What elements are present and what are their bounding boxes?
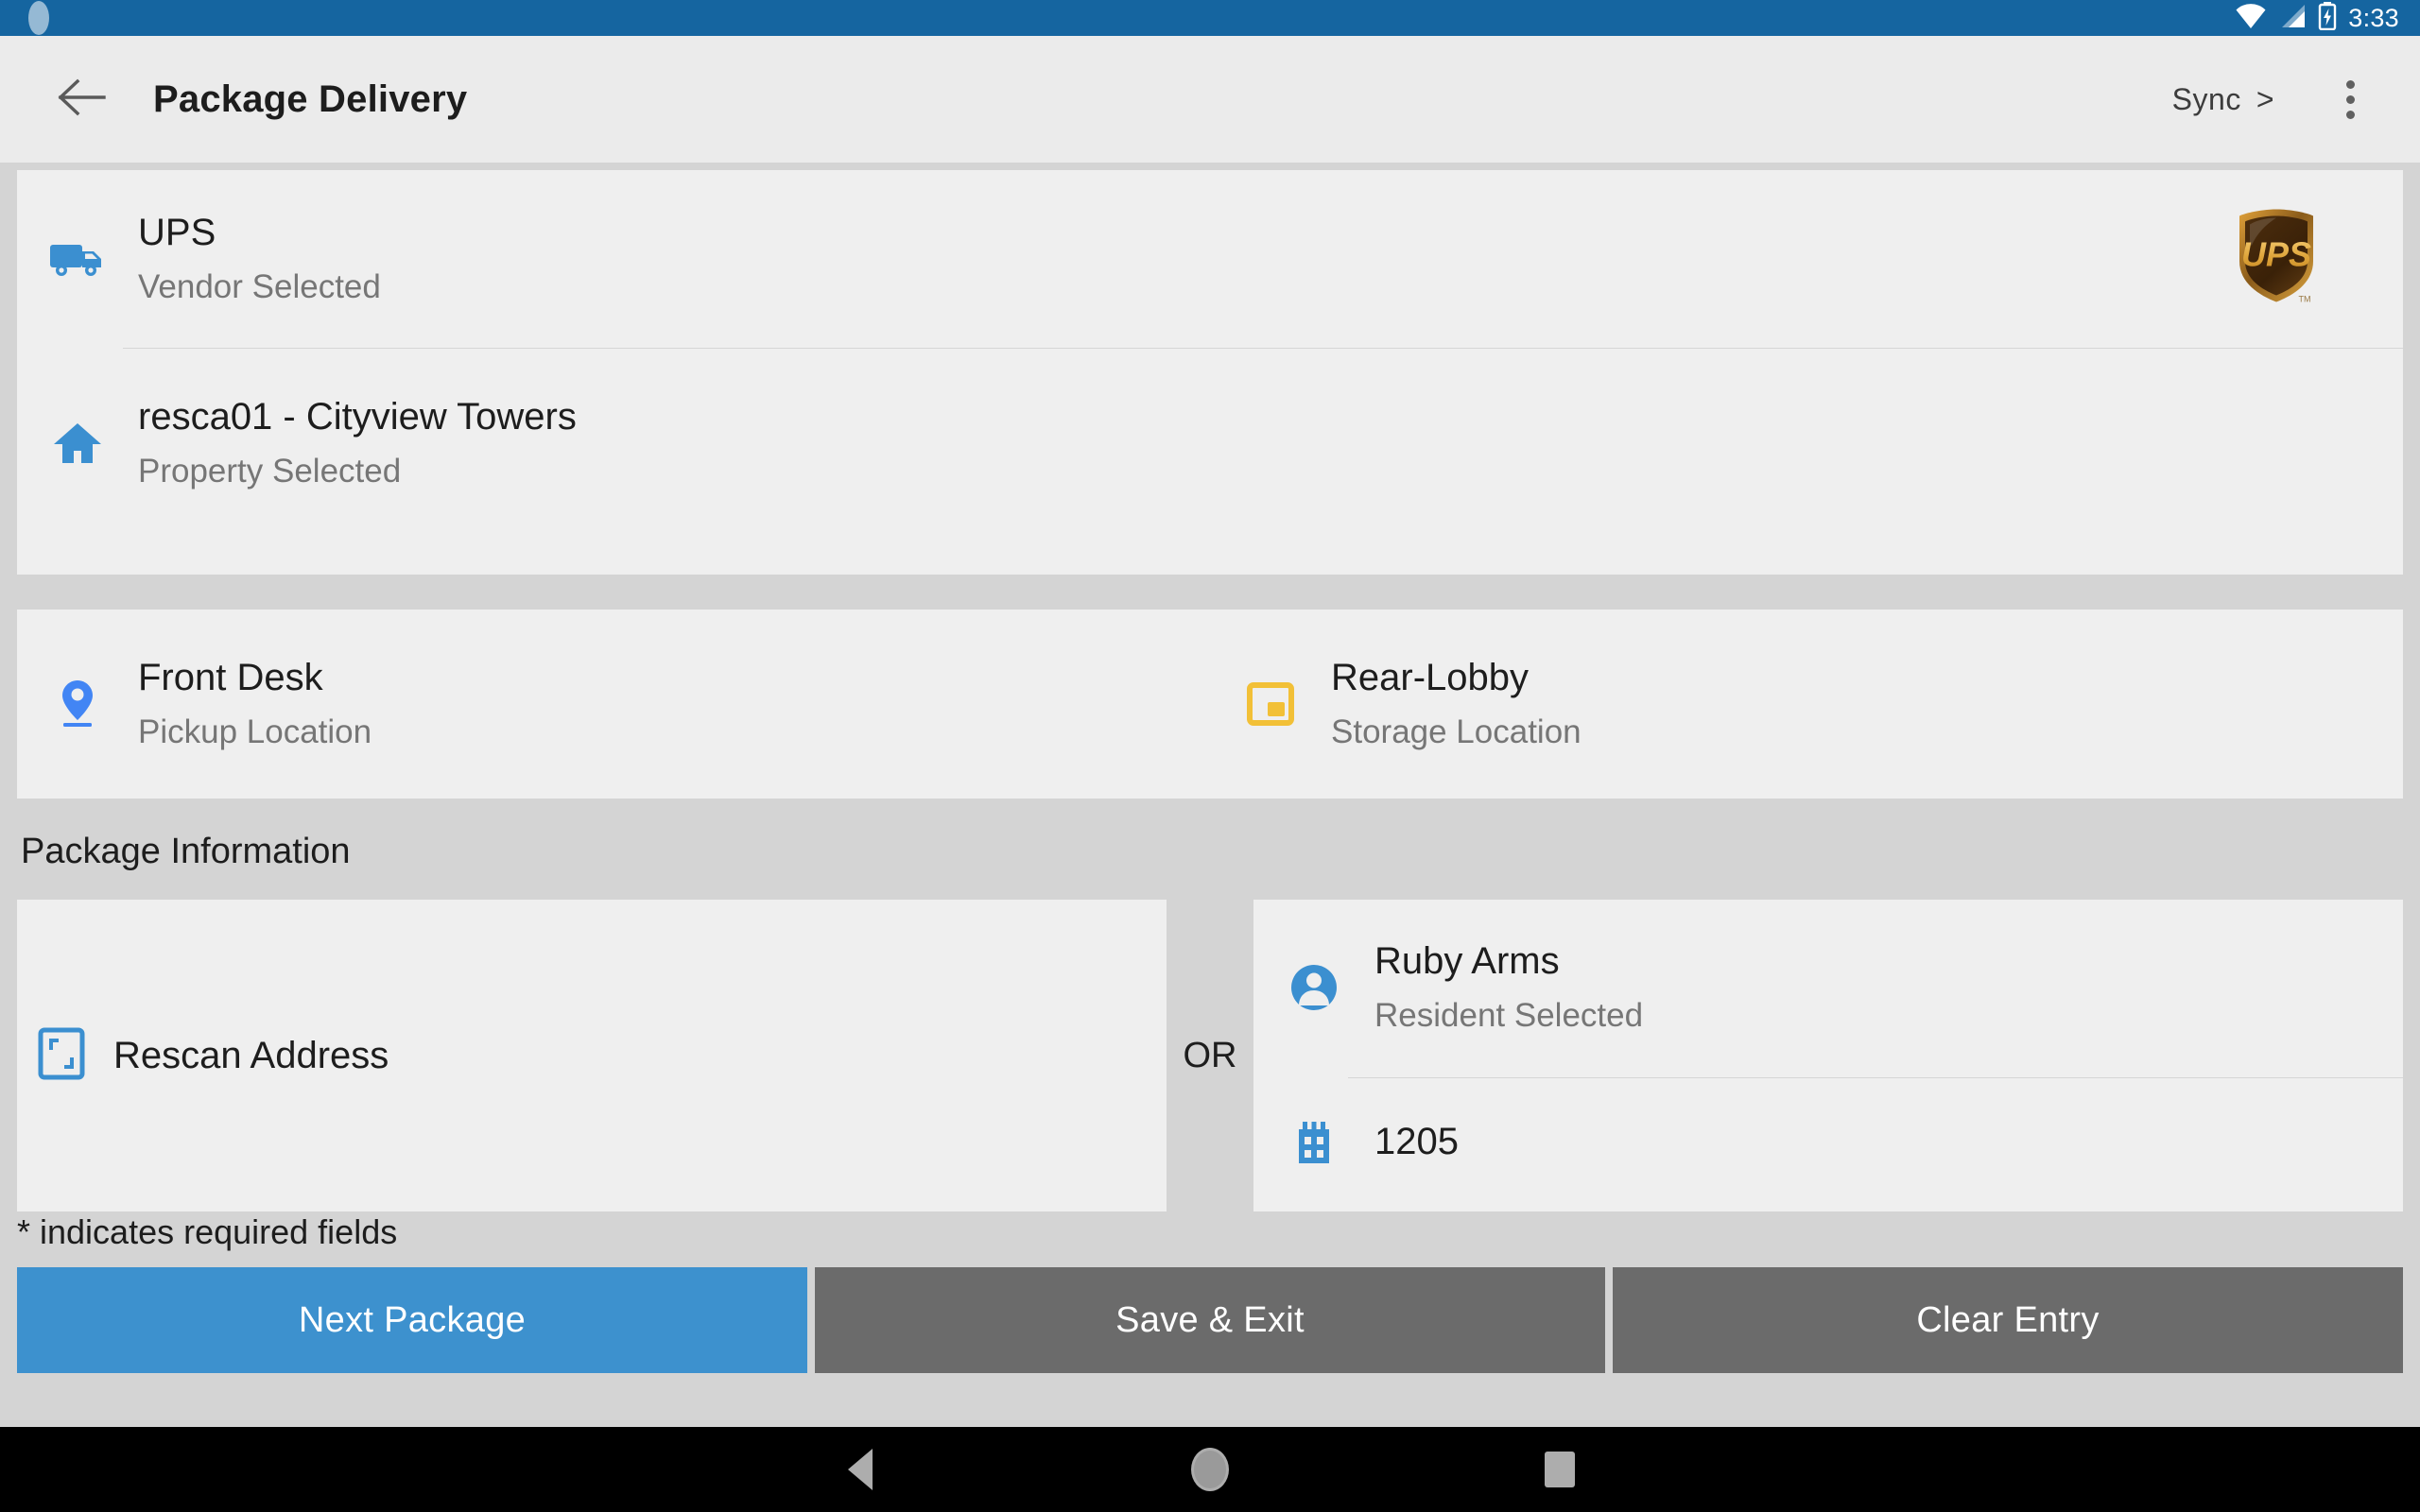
scan-barcode-icon (38, 1027, 85, 1085)
rescan-address-button[interactable]: Rescan Address (17, 1027, 389, 1085)
building-icon (1253, 1120, 1374, 1163)
resident-subtitle: Resident Selected (1374, 994, 1643, 1038)
vendor-text: UPS Vendor Selected (138, 209, 381, 309)
storage-box-icon (1210, 680, 1331, 728)
storage-location-text: Rear-Lobby Storage Location (1331, 654, 1582, 754)
property-subtitle: Property Selected (138, 450, 577, 493)
vendor-row[interactable]: UPS Vendor Selected (17, 170, 2403, 348)
resident-name: Ruby Arms (1374, 937, 1643, 985)
android-navigation-bar (0, 1427, 2420, 1512)
ups-shield-logo: UPS TM (2231, 208, 2322, 311)
property-name: resca01 - Cityview Towers (138, 393, 577, 440)
property-text: resca01 - Cityview Towers Property Selec… (138, 393, 577, 493)
unit-number: 1205 (1374, 1118, 1459, 1165)
sync-label: Sync (2172, 82, 2241, 117)
arrow-left-icon (57, 77, 106, 123)
person-circle-icon (1253, 963, 1374, 1012)
wifi-icon (2235, 3, 2267, 34)
map-pin-icon (17, 677, 138, 731)
unit-text: 1205 (1374, 1118, 1459, 1165)
app-bar: Package Delivery Sync > (0, 36, 2420, 163)
vendor-name: UPS (138, 209, 381, 256)
next-package-button[interactable]: Next Package (17, 1267, 807, 1373)
resident-panel: Ruby Arms Resident Selected 1205 (1253, 900, 2403, 1211)
sync-button[interactable]: Sync > (2159, 73, 2288, 127)
battery-charging-icon (2318, 2, 2337, 35)
or-divider-label: OR (1167, 900, 1253, 1211)
unit-row[interactable]: 1205 (1253, 1075, 2403, 1208)
save-and-exit-button[interactable]: Save & Exit (815, 1267, 1605, 1373)
nav-home-button[interactable] (1153, 1435, 1267, 1503)
vendor-property-card: UPS Vendor Selected (17, 170, 2403, 575)
nav-back-icon (848, 1449, 873, 1490)
status-bar-left (28, 1, 49, 35)
pickup-location-row[interactable]: Front Desk Pickup Location (17, 610, 1210, 799)
nav-recents-icon (1545, 1452, 1575, 1487)
status-bar-right: 3:33 (2235, 2, 2399, 35)
svg-text:TM: TM (2299, 295, 2311, 304)
page-title: Package Delivery (153, 78, 467, 121)
pickup-location-label: Pickup Location (138, 711, 372, 754)
status-bar-clock: 3:33 (2348, 4, 2399, 33)
resident-panel-divider (1348, 1077, 2403, 1078)
svg-text:UPS: UPS (2241, 235, 2311, 274)
nav-home-icon (1191, 1448, 1229, 1491)
back-button[interactable] (45, 63, 117, 135)
storage-location-row[interactable]: Rear-Lobby Storage Location (1210, 610, 2403, 799)
package-information-heading: Package Information (21, 832, 351, 872)
overflow-menu-button[interactable] (2314, 63, 2386, 135)
pickup-location-text: Front Desk Pickup Location (138, 654, 372, 754)
pickup-location-name: Front Desk (138, 654, 372, 701)
android-status-bar: 3:33 (0, 0, 2420, 36)
rescan-address-panel[interactable]: Rescan Address (17, 900, 1167, 1211)
more-vertical-icon-dot-3 (2346, 111, 2355, 119)
cellular-signal-icon (2278, 3, 2307, 34)
storage-location-name: Rear-Lobby (1331, 654, 1582, 701)
action-button-bar: Next Package Save & Exit Clear Entry (17, 1267, 2403, 1373)
app-screen: 3:33 Package Delivery Sync > (0, 0, 2420, 1512)
delivery-truck-icon (17, 237, 138, 281)
more-vertical-icon-dot-1 (2346, 80, 2355, 89)
locations-card: Front Desk Pickup Location Rear-Lobby St… (17, 610, 2403, 799)
resident-row[interactable]: Ruby Arms Resident Selected (1253, 900, 2403, 1075)
nav-recents-button[interactable] (1503, 1435, 1616, 1503)
resident-text: Ruby Arms Resident Selected (1374, 937, 1643, 1038)
clear-entry-button[interactable]: Clear Entry (1613, 1267, 2403, 1373)
property-row[interactable]: resca01 - Cityview Towers Property Selec… (17, 349, 2403, 538)
rescan-address-label: Rescan Address (113, 1035, 389, 1077)
more-vertical-icon-dot-2 (2346, 95, 2355, 104)
storage-location-label: Storage Location (1331, 711, 1582, 754)
chevron-right-icon: > (2256, 82, 2274, 117)
required-fields-note: * indicates required fields (17, 1212, 397, 1252)
nav-back-button[interactable] (804, 1435, 917, 1503)
vendor-subtitle: Vendor Selected (138, 266, 381, 309)
home-icon (17, 420, 138, 467)
notification-dot-icon (28, 1, 49, 35)
